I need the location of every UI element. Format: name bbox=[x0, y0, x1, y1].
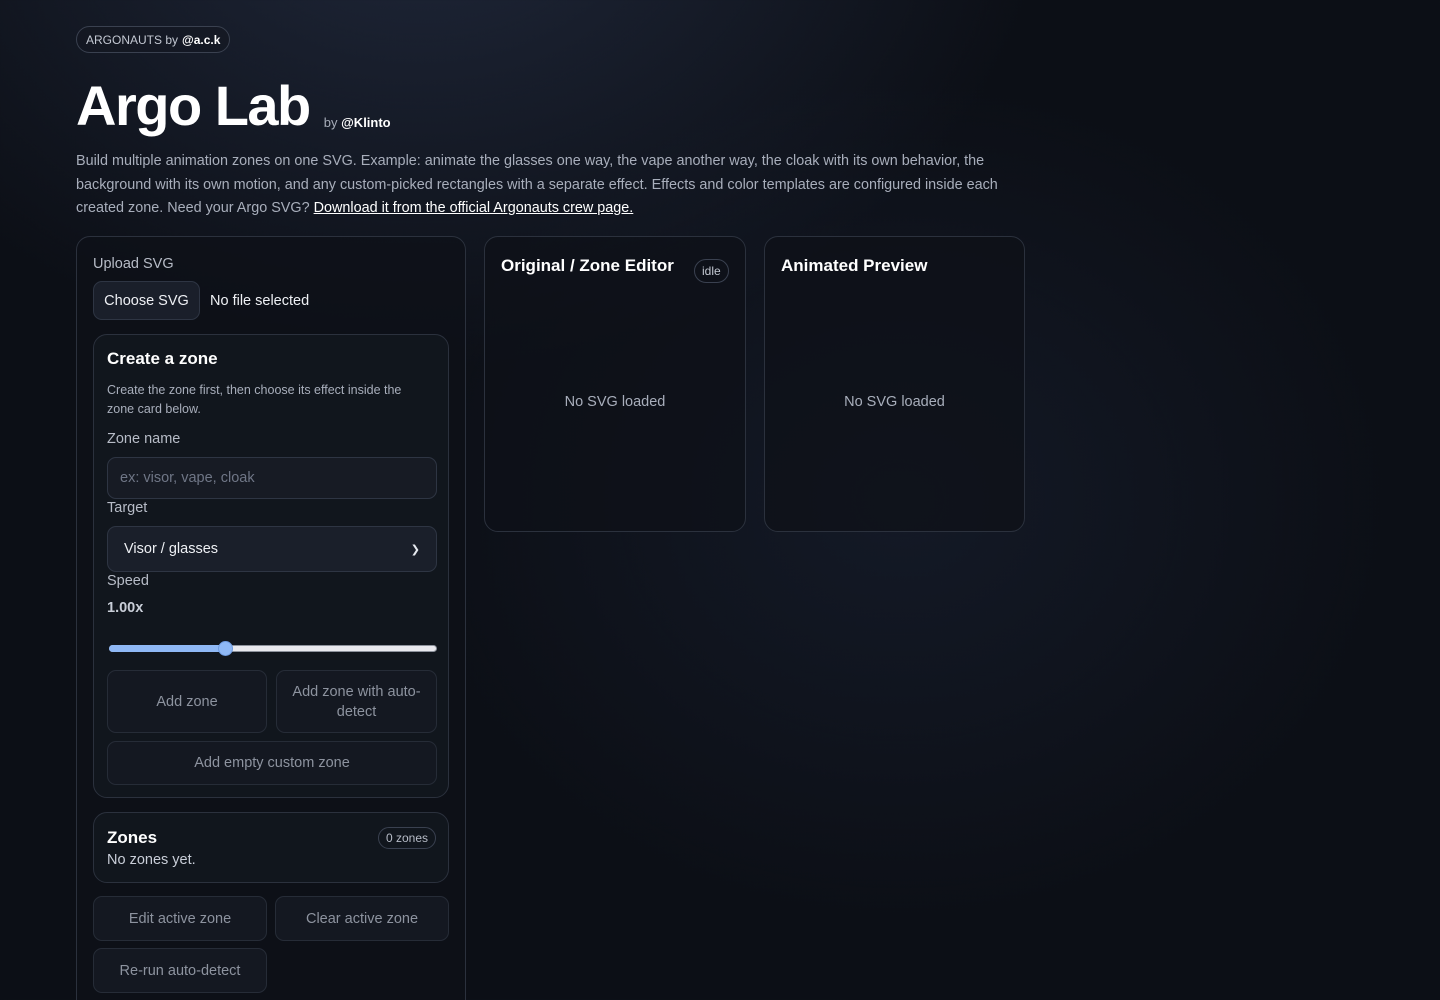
zone-name-label: Zone name bbox=[107, 431, 181, 447]
page-description: Build multiple animation zones on one SV… bbox=[76, 150, 1026, 221]
zones-empty-message: No zones yet. bbox=[107, 852, 196, 868]
control-panel: Upload SVG Choose SVG No file selected C… bbox=[76, 236, 466, 1000]
speed-value: 1.00x bbox=[107, 600, 144, 616]
slider-fill bbox=[109, 645, 226, 652]
title-row: Argo Lab by @Klinto bbox=[76, 76, 1026, 134]
zones-title: Zones bbox=[107, 828, 158, 847]
zone-name-input[interactable] bbox=[107, 457, 437, 499]
zones-card: Zones 0 zones No zones yet. bbox=[93, 812, 449, 883]
slider-thumb[interactable] bbox=[218, 641, 234, 656]
zones-count-badge: 0 zones bbox=[377, 827, 436, 849]
download-link[interactable]: Download it from the official Argonauts … bbox=[314, 200, 634, 216]
speed-label: Speed bbox=[107, 573, 149, 589]
add-zone-button[interactable]: Add zone bbox=[107, 670, 267, 733]
preview-empty-message: No SVG loaded bbox=[844, 394, 945, 410]
editor-status-badge: idle bbox=[694, 259, 729, 283]
upload-label: Upload SVG bbox=[93, 256, 174, 272]
rerun-auto-detect-button[interactable]: Re-run auto-detect bbox=[93, 948, 267, 993]
animated-preview-panel: Animated Preview No SVG loaded bbox=[764, 236, 1025, 532]
header: ARGONAUTS by @a.c.k Argo Lab by @Klinto … bbox=[76, 26, 1026, 221]
choose-svg-button[interactable]: Choose SVG bbox=[93, 281, 200, 320]
chevron-down-icon: ❯ bbox=[410, 543, 420, 556]
create-zone-card: Create a zone Create the zone first, the… bbox=[93, 334, 449, 798]
edit-active-zone-button[interactable]: Edit active zone bbox=[93, 896, 267, 941]
page-title: Argo Lab bbox=[76, 74, 311, 137]
file-status: No file selected bbox=[210, 293, 310, 309]
byline: by @Klinto bbox=[324, 115, 391, 130]
create-zone-help: Create the zone first, then choose its e… bbox=[107, 383, 402, 416]
target-label: Target bbox=[107, 500, 148, 516]
target-select[interactable]: Visor / glasses ❯ bbox=[107, 526, 437, 572]
animated-preview-title: Animated Preview bbox=[781, 256, 928, 275]
create-zone-title: Create a zone bbox=[107, 349, 218, 368]
speed-slider[interactable] bbox=[109, 639, 437, 657]
add-zone-auto-detect-button[interactable]: Add zone with auto-detect bbox=[276, 670, 437, 733]
author-handle[interactable]: @Klinto bbox=[341, 115, 391, 130]
add-empty-custom-zone-button[interactable]: Add empty custom zone bbox=[107, 741, 437, 785]
badge-prefix: ARGONAUTS by bbox=[86, 32, 179, 47]
zone-editor-title: Original / Zone Editor bbox=[501, 256, 674, 275]
argonauts-badge[interactable]: ARGONAUTS by @a.c.k bbox=[76, 26, 231, 53]
zone-editor-panel: Original / Zone Editor idle No SVG loade… bbox=[484, 236, 746, 532]
target-select-value: Visor / glasses bbox=[124, 541, 219, 557]
badge-handle: @a.c.k bbox=[182, 32, 221, 47]
by-prefix: by bbox=[323, 115, 338, 130]
clear-active-zone-button[interactable]: Clear active zone bbox=[275, 896, 449, 941]
editor-empty-message: No SVG loaded bbox=[564, 394, 666, 410]
